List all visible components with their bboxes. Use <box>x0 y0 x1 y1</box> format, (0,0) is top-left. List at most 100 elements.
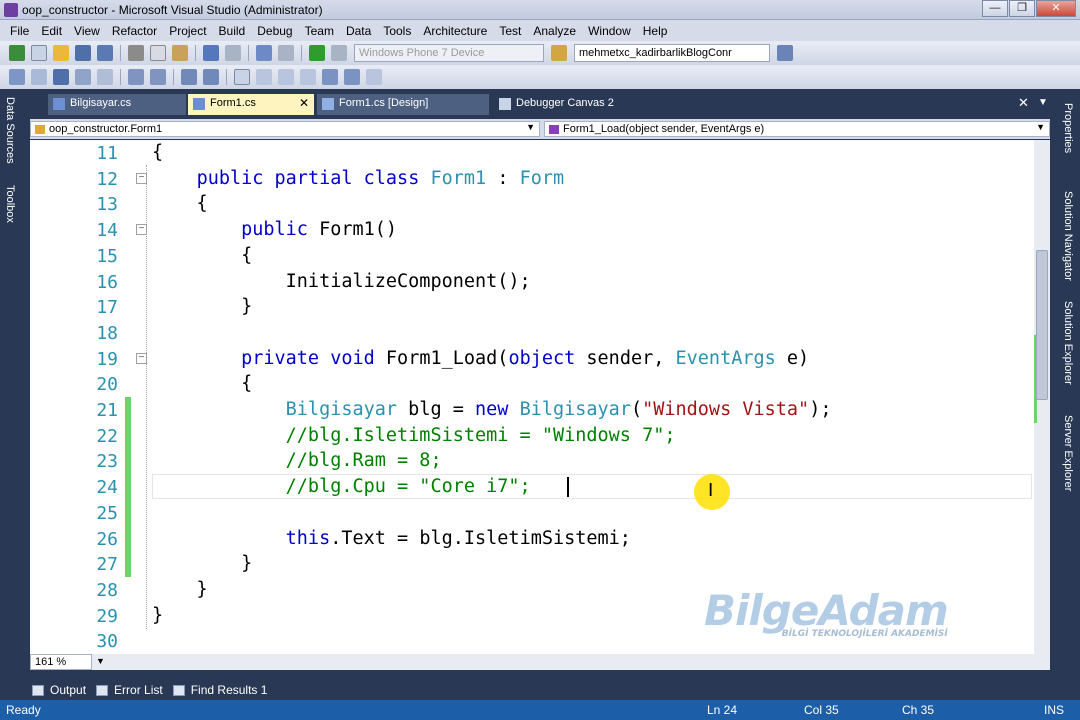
code-text[interactable]: this.Text = blg.IsletimSistemi; <box>152 528 631 549</box>
database-icon[interactable] <box>53 69 69 85</box>
toolbox-tab[interactable]: Toolbox <box>4 185 16 223</box>
find-in-files-icon[interactable] <box>551 45 567 61</box>
menu-help[interactable]: Help <box>637 24 674 38</box>
minimize-button[interactable]: — <box>982 0 1008 17</box>
bookmark-icon[interactable] <box>234 69 250 85</box>
menu-refactor[interactable]: Refactor <box>106 24 163 38</box>
save-all-icon[interactable] <box>97 45 113 61</box>
output-tab[interactable]: Output <box>32 683 86 697</box>
undo-icon[interactable] <box>203 45 219 61</box>
code-text[interactable]: Bilgisayar blg = new Bilgisayar("Windows… <box>152 399 832 420</box>
member-dropdown[interactable]: Form1_Load(object sender, EventArgs e) ▼ <box>544 121 1050 137</box>
new-project-icon[interactable] <box>9 45 25 61</box>
horizontal-scrollbar[interactable]: 161 % ▼ <box>30 654 1050 670</box>
code-text[interactable]: //blg.Cpu = "Core i7"; <box>152 476 531 497</box>
close-tab-icon[interactable]: ✕ <box>299 96 309 110</box>
code-text[interactable]: { <box>152 193 208 214</box>
menu-view[interactable]: View <box>68 24 106 38</box>
navigate-forward-icon[interactable] <box>278 45 294 61</box>
close-button[interactable]: ✕ <box>1036 0 1076 17</box>
paste-icon[interactable] <box>172 45 188 61</box>
list-members-icon[interactable] <box>75 69 91 85</box>
redo-icon[interactable] <box>225 45 241 61</box>
tab-form1-design[interactable]: Form1.cs [Design] <box>317 94 489 115</box>
copy-icon[interactable] <box>150 45 166 61</box>
line-number: 26 <box>96 528 118 550</box>
chevron-down-icon[interactable]: ▼ <box>96 656 105 666</box>
toolbar-separator <box>226 69 227 85</box>
cut-icon[interactable] <box>128 45 144 61</box>
open-folder-icon[interactable] <box>53 45 69 61</box>
collapse-toggle[interactable]: − <box>136 172 147 184</box>
navigate-backward-icon[interactable] <box>256 45 272 61</box>
next-bookmark-folder-icon[interactable] <box>344 69 360 85</box>
menu-tools[interactable]: Tools <box>377 24 417 38</box>
type-dropdown[interactable]: oop_constructor.Form1 ▼ <box>30 121 540 137</box>
tab-dropdown-icon[interactable]: ▼ <box>1038 97 1048 108</box>
solution-explorer-tab[interactable]: Solution Explorer <box>1062 301 1074 385</box>
add-item-icon[interactable] <box>31 45 47 61</box>
solution-explorer-icon[interactable] <box>777 45 793 61</box>
menu-edit[interactable]: Edit <box>35 24 68 38</box>
code-text[interactable]: } <box>152 553 252 574</box>
code-text[interactable]: } <box>152 296 252 317</box>
menu-test[interactable]: Test <box>493 24 527 38</box>
word-completion-icon[interactable] <box>97 69 113 85</box>
previous-bookmark-folder-icon[interactable] <box>322 69 338 85</box>
vertical-scrollbar[interactable] <box>1034 140 1050 654</box>
code-text[interactable]: InitializeComponent(); <box>152 271 531 292</box>
tab-form1-cs[interactable]: Form1.cs ✕ <box>188 94 314 115</box>
menu-architecture[interactable]: Architecture <box>417 24 493 38</box>
save-icon[interactable] <box>75 45 91 61</box>
code-text[interactable]: { <box>152 142 163 163</box>
solution-navigator-tab[interactable]: Solution Navigator <box>1062 191 1074 281</box>
menu-data[interactable]: Data <box>340 24 377 38</box>
server-explorer-tab[interactable]: Server Explorer <box>1062 415 1074 491</box>
code-text[interactable]: private void Form1_Load(object sender, E… <box>152 348 809 369</box>
code-text[interactable]: public partial class Form1 : Form <box>152 168 565 189</box>
code-text[interactable]: { <box>152 245 252 266</box>
collapse-toggle[interactable]: − <box>136 224 147 236</box>
clear-bookmarks-icon[interactable] <box>300 69 316 85</box>
device-combo[interactable]: Windows Phone 7 Device <box>354 44 544 62</box>
tab-bilgisayar-cs[interactable]: Bilgisayar.cs <box>48 94 186 115</box>
code-text[interactable]: } <box>152 605 163 626</box>
scrollbar-thumb[interactable] <box>1036 250 1048 400</box>
code-text[interactable]: //blg.Ram = 8; <box>152 450 442 471</box>
find-results-tab[interactable]: Find Results 1 <box>172 683 267 697</box>
menu-file[interactable]: File <box>4 24 35 38</box>
close-all-icon[interactable]: ✕ <box>1018 95 1029 111</box>
increase-indent-icon[interactable] <box>150 69 166 85</box>
step-icon[interactable] <box>331 45 347 61</box>
start-debugging-icon[interactable] <box>309 45 325 61</box>
menu-team[interactable]: Team <box>299 24 340 38</box>
code-text[interactable]: { <box>152 373 252 394</box>
menu-build[interactable]: Build <box>213 24 252 38</box>
collapse-toggle[interactable]: − <box>136 352 147 364</box>
next-bookmark-icon[interactable] <box>278 69 294 85</box>
connect-icon[interactable] <box>9 69 25 85</box>
decrease-indent-icon[interactable] <box>128 69 144 85</box>
tab-debugger-canvas[interactable]: Debugger Canvas 2 <box>494 94 644 115</box>
data-sources-tab[interactable]: Data Sources <box>4 97 16 164</box>
code-text[interactable]: } <box>152 579 208 600</box>
menu-window[interactable]: Window <box>582 24 637 38</box>
code-text[interactable]: public Form1() <box>152 219 397 240</box>
maximize-button[interactable]: ❐ <box>1009 0 1035 17</box>
change-marker <box>125 525 131 552</box>
menu-project[interactable]: Project <box>163 24 212 38</box>
clear-all-bookmarks-icon[interactable] <box>366 69 382 85</box>
server-icon[interactable] <box>31 69 47 85</box>
previous-bookmark-icon[interactable] <box>256 69 272 85</box>
uncomment-lines-icon[interactable] <box>203 69 219 85</box>
error-list-tab[interactable]: Error List <box>96 683 163 697</box>
zoom-level-combo[interactable]: 161 % <box>30 654 92 670</box>
code-editor[interactable]: 11 { 12 − public partial class Form1 : F… <box>30 140 1034 654</box>
comment-lines-icon[interactable] <box>181 69 197 85</box>
code-text[interactable]: //blg.IsletimSistemi = "Windows 7"; <box>152 425 676 446</box>
properties-tab[interactable]: Properties <box>1062 103 1074 153</box>
connection-combo[interactable]: mehmetxc_kadirbarlikBlogConr <box>574 44 770 62</box>
menu-analyze[interactable]: Analyze <box>527 24 582 38</box>
menu-debug[interactable]: Debug <box>251 24 298 38</box>
status-insert-mode: INS <box>1044 703 1065 717</box>
